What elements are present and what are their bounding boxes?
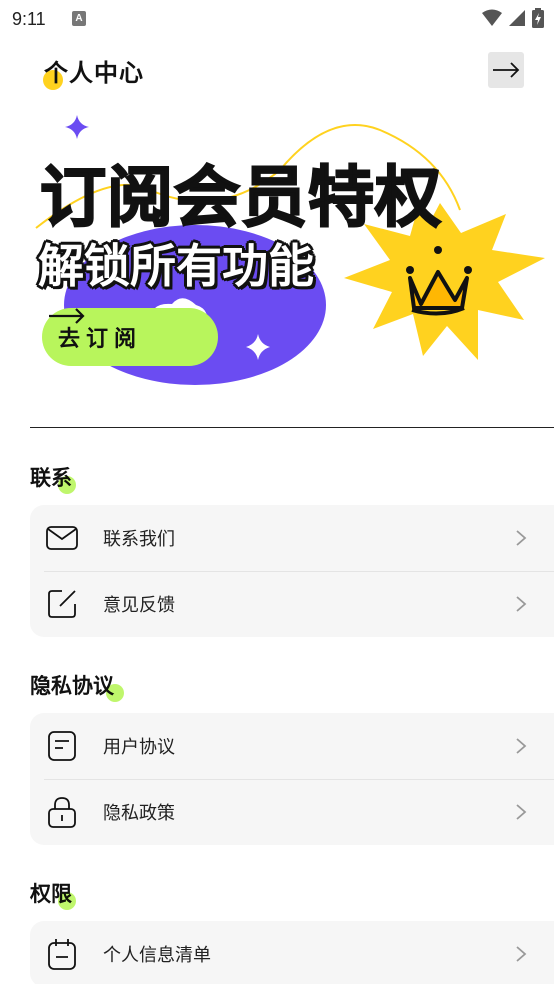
- section-divider: [30, 427, 554, 428]
- section-title-highlight: [58, 476, 76, 494]
- sparkle-icon: [65, 115, 89, 139]
- chevron-right-icon: [516, 804, 527, 820]
- chevron-right-icon: [516, 946, 527, 962]
- profile-page: 9:11 A 个人中心 订阅会员特权 解锁所有功能 去订阅 联系 联系我们 意见…: [0, 0, 554, 984]
- subscription-banner[interactable]: 订阅会员特权 解锁所有功能 去订阅: [0, 100, 554, 400]
- list-item-personal-info[interactable]: 个人信息清单: [30, 921, 554, 984]
- banner-headline: 订阅会员特权: [39, 158, 442, 237]
- edit-icon: [46, 588, 78, 620]
- list-item-label: 用户协议: [103, 737, 175, 758]
- chevron-right-icon: [516, 596, 527, 612]
- mail-icon: [46, 522, 78, 554]
- status-icons: [482, 8, 544, 28]
- document-icon: [46, 730, 78, 762]
- list-item-user-agreement[interactable]: 用户协议: [30, 713, 554, 779]
- list-item-contact-us[interactable]: 联系我们: [30, 505, 554, 571]
- notification-icon: A: [72, 11, 86, 26]
- page-title: 个人中心: [44, 59, 144, 87]
- list-item-label: 隐私政策: [103, 803, 175, 824]
- arrow-right-icon: [493, 62, 520, 78]
- status-time: 9:11: [12, 9, 46, 29]
- list-item-feedback[interactable]: 意见反馈: [30, 571, 554, 637]
- section-title-highlight: [58, 892, 76, 910]
- list-item-label: 个人信息清单: [103, 945, 211, 966]
- cell-signal-icon: [509, 10, 525, 26]
- lock-icon: [46, 796, 78, 828]
- subscribe-button-label: 去订阅: [58, 327, 143, 352]
- chevron-right-icon: [516, 738, 527, 754]
- section-title-privacy: 隐私协议: [30, 670, 114, 700]
- calendar-icon: [46, 938, 78, 970]
- chevron-right-icon: [516, 530, 527, 546]
- list-item-privacy-policy[interactable]: 隐私政策: [30, 779, 554, 845]
- permissions-card: 个人信息清单: [30, 921, 554, 984]
- contact-card: 联系我们 意见反馈: [30, 505, 554, 637]
- arrow-right-icon: [49, 308, 85, 324]
- status-bar: 9:11 A: [0, 0, 554, 38]
- section-title-text: 隐私协议: [30, 674, 114, 698]
- list-item-label: 意见反馈: [103, 595, 175, 616]
- battery-charging-icon: [532, 8, 544, 28]
- list-item-label: 联系我们: [103, 529, 175, 550]
- wifi-icon: [482, 9, 502, 26]
- header-action-button[interactable]: [488, 52, 524, 88]
- banner-subheadline: 解锁所有功能: [38, 239, 314, 293]
- privacy-card: 用户协议 隐私政策: [30, 713, 554, 845]
- subscribe-button[interactable]: 去订阅: [42, 308, 218, 366]
- section-title-highlight: [106, 684, 124, 702]
